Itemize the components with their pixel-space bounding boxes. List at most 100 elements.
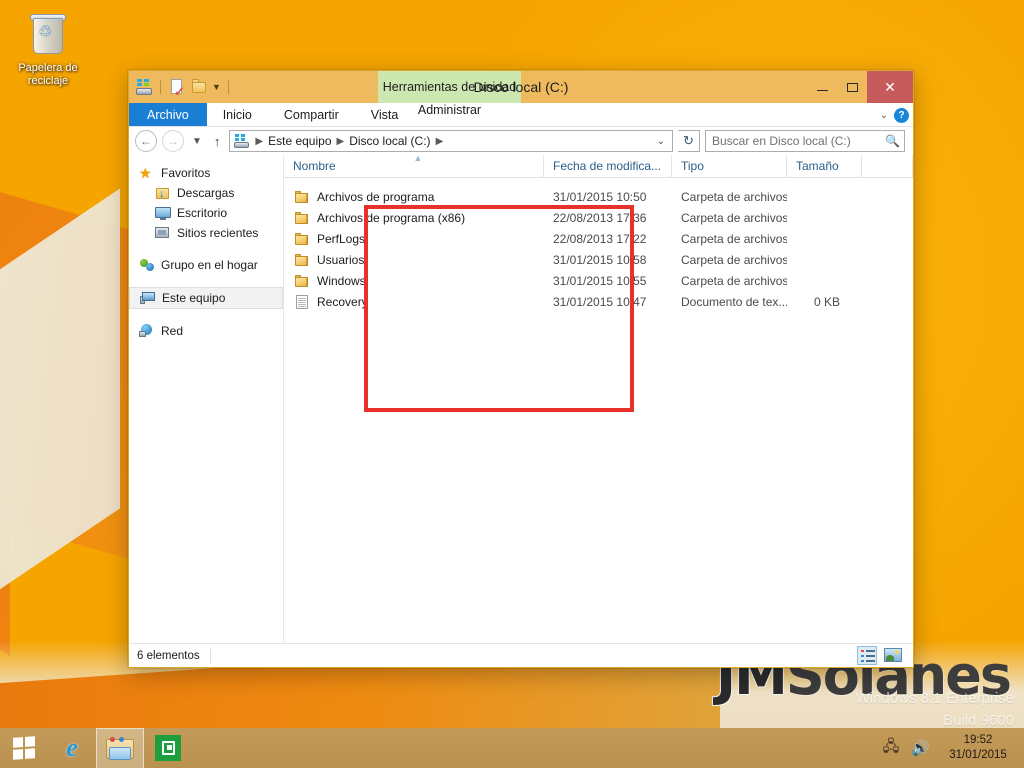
file-explorer-icon (106, 736, 134, 761)
tab-archivo[interactable]: Archivo (129, 103, 207, 126)
sidebar-label-descargas: Descargas (177, 186, 235, 200)
clock-date: 31/01/2015 (949, 749, 1007, 761)
navigation-pane[interactable]: ★ Favoritos ↓ Descargas Escritorio Sitio… (129, 155, 284, 643)
system-tray[interactable]: 🖧 🔊 19:52 31/01/2015 (883, 733, 1024, 763)
file-type: Carpeta de archivos (681, 252, 787, 267)
tab-administrar[interactable]: Administrar (378, 103, 521, 117)
sidebar-label-sitios-recientes: Sitios recientes (177, 226, 259, 240)
drive-icon[interactable] (135, 78, 153, 96)
file-name: Windows (317, 273, 366, 288)
sidebar-item-favoritos[interactable]: ★ Favoritos (129, 163, 283, 183)
network-tray-icon[interactable]: 🖧 (883, 736, 900, 761)
homegroup-icon (139, 257, 155, 273)
file-name: Usuarios (317, 252, 365, 267)
tab-compartir[interactable]: Compartir (268, 103, 355, 126)
large-icons-view-icon[interactable] (883, 646, 903, 665)
sidebar-item-escritorio[interactable]: Escritorio (129, 203, 283, 223)
file-list-pane[interactable]: ▲ Nombre Fecha de modifica... Tipo Tamañ… (284, 154, 913, 643)
breadcrumb-separator-1[interactable]: ▶ (336, 136, 346, 147)
ribbon-tab-strip[interactable]: Archivo Inicio Compartir Vista Administr… (129, 103, 913, 127)
window-titlebar[interactable]: ✓ ▼ Herramientas de unidad Disco local (… (129, 71, 913, 103)
sidebar-item-sitios-recientes[interactable]: Sitios recientes (129, 223, 283, 243)
breadcrumb-drive-icon (234, 133, 250, 149)
customize-chevron-icon[interactable]: ▼ (212, 82, 221, 92)
forward-button[interactable]: → (162, 130, 184, 152)
folder-icon (294, 231, 310, 247)
address-bar-row[interactable]: ← → ▼ ↑ ▶ Este equipo ▶ Disco local (C:)… (129, 127, 913, 155)
properties-icon[interactable]: ✓ (168, 78, 186, 98)
recycle-bin-icon: ♲ (24, 10, 72, 58)
os-watermark-edition: Windows 8.1 Enterprise (855, 690, 1014, 707)
search-icon[interactable]: 🔍 (885, 134, 900, 148)
column-header-tipo[interactable]: Tipo (672, 154, 787, 178)
taskbar-item-internet-explorer[interactable]: e (48, 728, 96, 768)
sidebar-item-grupo-en-el-hogar[interactable]: Grupo en el hogar (129, 255, 283, 275)
table-row[interactable]: Archivos de programa 31/01/2015 10:50 Ca… (284, 186, 913, 207)
sidebar-label-este-equipo: Este equipo (162, 291, 226, 305)
file-date: 22/08/2013 17:36 (553, 210, 647, 225)
clock-time: 19:52 (963, 734, 993, 746)
search-placeholder: Buscar en Disco local (C:) (712, 134, 851, 148)
status-divider (209, 648, 211, 663)
taskbar-item-store[interactable] (144, 728, 192, 768)
table-row[interactable]: PerfLogs 22/08/2013 17:22 Carpeta de arc… (284, 228, 913, 249)
recent-places-icon (155, 225, 171, 241)
chevron-down-icon[interactable]: ⌄ (880, 110, 888, 121)
recycle-bin-label-line1: Papelera de (18, 62, 78, 74)
ribbon-right-controls[interactable]: ⌄ ? (880, 103, 909, 127)
window-controls[interactable]: ✕ (807, 71, 913, 103)
recent-locations-chevron-icon[interactable]: ▼ (189, 136, 205, 147)
close-button[interactable]: ✕ (867, 71, 913, 103)
maximize-button[interactable] (837, 71, 867, 103)
refresh-button[interactable]: ↻ (678, 130, 700, 152)
file-type: Carpeta de archivos (681, 189, 787, 204)
breadcrumb-item-disco-local[interactable]: Disco local (C:) (347, 134, 432, 148)
help-icon[interactable]: ? (894, 107, 909, 123)
desktop[interactable]: ♲ Papelera de reciclaje JMSolanes Window… (0, 0, 1024, 768)
up-button[interactable]: ↑ (210, 134, 225, 149)
file-type: Carpeta de archivos (681, 231, 787, 246)
column-header-nombre-label: Nombre (293, 159, 336, 173)
taskbar-clock[interactable]: 19:52 31/01/2015 (942, 733, 1014, 763)
address-history-chevron-icon[interactable]: ⌄ (652, 136, 670, 147)
tab-inicio[interactable]: Inicio (207, 103, 268, 126)
start-button[interactable] (0, 728, 48, 768)
taskbar-item-file-explorer[interactable] (96, 728, 144, 768)
column-header-nombre[interactable]: ▲ Nombre (284, 154, 544, 178)
item-count: 6 elementos (137, 649, 200, 662)
minimize-button[interactable] (807, 71, 837, 103)
column-header-tamano[interactable]: Tamaño (787, 154, 862, 178)
sort-ascending-icon: ▲ (413, 154, 423, 163)
file-date: 31/01/2015 10:50 (553, 189, 647, 204)
qat-separator-1 (160, 80, 161, 94)
view-mode-buttons[interactable] (857, 646, 903, 665)
desktop-icon-recycle-bin[interactable]: ♲ Papelera de reciclaje (10, 8, 86, 88)
file-rows[interactable]: Archivos de programa 31/01/2015 10:50 Ca… (284, 178, 913, 643)
breadcrumb-separator-0[interactable]: ▶ (254, 136, 264, 147)
text-document-icon (294, 294, 310, 310)
details-view-icon[interactable] (857, 646, 877, 665)
network-icon (139, 323, 155, 339)
quick-access-toolbar[interactable]: ✓ ▼ (129, 71, 232, 103)
window-title: Disco local (C:) (473, 79, 569, 95)
breadcrumb[interactable]: ▶ Este equipo ▶ Disco local (C:) ▶ ⌄ (229, 130, 673, 152)
column-header-filler[interactable] (862, 154, 913, 178)
column-header-row[interactable]: ▲ Nombre Fecha de modifica... Tipo Tamañ… (284, 154, 913, 178)
table-row[interactable]: Windows 31/01/2015 10:55 Carpeta de arch… (284, 270, 913, 291)
sidebar-item-descargas[interactable]: ↓ Descargas (129, 183, 283, 203)
new-folder-icon[interactable] (190, 78, 208, 96)
back-button[interactable]: ← (135, 130, 157, 152)
sidebar-item-red[interactable]: Red (129, 321, 283, 341)
table-row[interactable]: Recovery 31/01/2015 10:47 Documento de t… (284, 291, 913, 312)
breadcrumb-separator-2[interactable]: ▶ (435, 136, 445, 147)
table-row[interactable]: Usuarios 31/01/2015 10:58 Carpeta de arc… (284, 249, 913, 270)
breadcrumb-item-este-equipo[interactable]: Este equipo (266, 134, 333, 148)
column-header-fecha[interactable]: Fecha de modifica... (544, 154, 672, 178)
taskbar[interactable]: e 🖧 🔊 19:52 31/01/2015 (0, 728, 1024, 768)
table-row[interactable]: Archivos de programa (x86) 22/08/2013 17… (284, 207, 913, 228)
file-explorer-window[interactable]: ✓ ▼ Herramientas de unidad Disco local (… (128, 70, 914, 668)
search-box[interactable]: Buscar en Disco local (C:) 🔍 (705, 130, 905, 152)
volume-icon[interactable]: 🔊 (911, 739, 930, 757)
sidebar-item-este-equipo[interactable]: Este equipo (129, 287, 283, 309)
explorer-body: ★ Favoritos ↓ Descargas Escritorio Sitio… (129, 154, 913, 643)
